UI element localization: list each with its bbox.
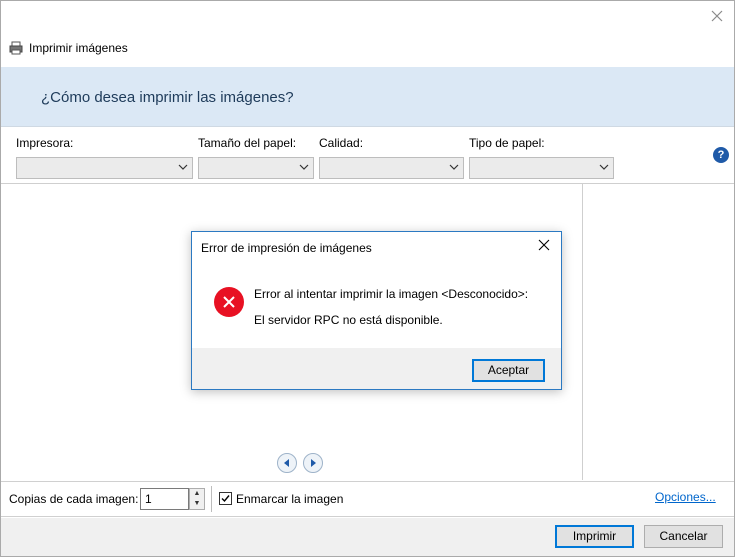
help-icon[interactable]: ?	[713, 147, 729, 163]
quality-field: Calidad:	[319, 136, 464, 179]
error-icon	[214, 287, 244, 317]
layout-list-panel[interactable]	[584, 184, 734, 480]
copies-row: Copias de cada imagen: 1 ▲ ▼ Enmarcar la…	[1, 481, 734, 517]
paper-type-label: Tipo de papel:	[469, 136, 545, 150]
spin-up-icon[interactable]: ▲	[190, 489, 204, 499]
close-icon	[711, 10, 723, 22]
dialog-title: Error de impresión de imágenes	[201, 241, 372, 255]
error-dialog: Error de impresión de imágenes Error al …	[191, 231, 562, 390]
quality-dropdown[interactable]	[319, 157, 464, 179]
paper-size-dropdown[interactable]	[198, 157, 314, 179]
window-title: Imprimir imágenes	[29, 41, 128, 55]
arrow-right-icon	[311, 459, 316, 467]
quality-label: Calidad:	[319, 136, 364, 150]
chevron-down-icon	[299, 164, 309, 170]
title-bar: Imprimir imágenes	[9, 39, 128, 57]
frame-image-checkbox[interactable]	[219, 492, 232, 505]
spin-down-icon[interactable]: ▼	[190, 499, 204, 509]
printer-icon	[9, 41, 23, 55]
chevron-down-icon	[178, 164, 188, 170]
cancel-button[interactable]: Cancelar	[644, 525, 723, 548]
paper-type-dropdown[interactable]	[469, 157, 614, 179]
chevron-down-icon	[449, 164, 459, 170]
paper-size-label: Tamaño del papel:	[198, 136, 297, 150]
print-button[interactable]: Imprimir	[555, 525, 634, 548]
error-message-line1: Error al intentar imprimir la imagen <De…	[254, 287, 529, 301]
header-banner: ¿Cómo desea imprimir las imágenes?	[1, 67, 734, 127]
close-icon	[538, 239, 550, 251]
frame-image-label[interactable]: Enmarcar la imagen	[236, 492, 343, 506]
paper-size-field: Tamaño del papel:	[198, 136, 314, 179]
page-heading: ¿Cómo desea imprimir las imágenes?	[41, 89, 294, 106]
footer-bar: Imprimir Cancelar	[1, 518, 734, 556]
error-message-line2: El servidor RPC no está disponible.	[254, 313, 443, 327]
arrow-left-icon	[284, 459, 289, 467]
copies-spinner[interactable]: ▲ ▼	[189, 488, 205, 510]
previous-page-button[interactable]	[277, 453, 297, 473]
print-pictures-window: Imprimir imágenes ¿Cómo desea imprimir l…	[0, 0, 735, 557]
next-page-button[interactable]	[303, 453, 323, 473]
divider	[211, 486, 212, 512]
printer-label: Impresora:	[16, 136, 74, 150]
checkmark-icon	[221, 495, 230, 503]
paper-type-field: Tipo de papel:	[469, 136, 614, 179]
print-options-row: Impresora: Tamaño del papel: Calidad: Ti…	[1, 128, 734, 184]
copies-input[interactable]: 1	[140, 488, 189, 510]
printer-field: Impresora:	[16, 136, 193, 179]
dialog-footer: Aceptar	[192, 348, 561, 389]
ok-button[interactable]: Aceptar	[472, 359, 545, 382]
printer-dropdown[interactable]	[16, 157, 193, 179]
chevron-down-icon	[599, 164, 609, 170]
dialog-close-button[interactable]	[537, 238, 551, 252]
options-link[interactable]: Opciones...	[655, 490, 716, 504]
window-close-button[interactable]	[708, 7, 726, 25]
copies-label: Copias de cada imagen:	[9, 492, 139, 506]
